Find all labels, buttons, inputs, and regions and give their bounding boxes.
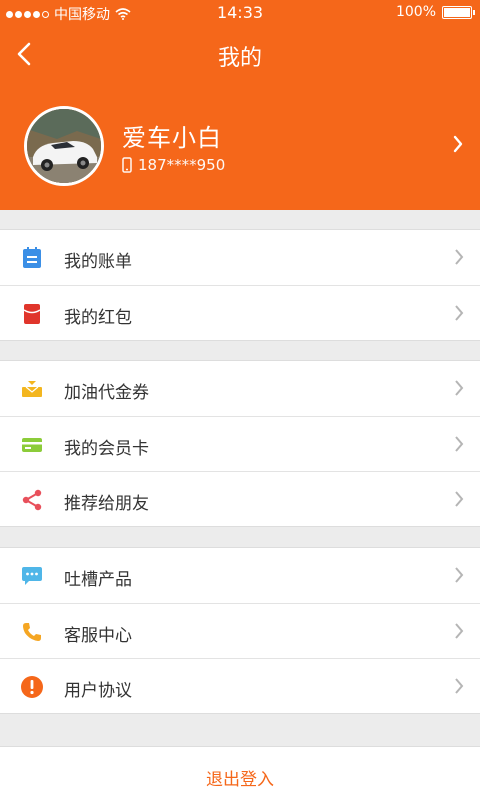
menu-item-fuel-coupon[interactable]: 加油代金券 (0, 361, 480, 416)
profile-card[interactable]: 爱车小白 187****950 (0, 104, 480, 190)
chevron-right-icon (455, 249, 464, 265)
menu-item-member-card[interactable]: 我的会员卡 (0, 416, 480, 471)
menu-item-label: 客服中心 (64, 626, 132, 646)
menu-group-account: 我的账单 我的红包 (0, 229, 480, 341)
page-title: 我的 (217, 46, 262, 71)
red-envelope-icon (23, 304, 41, 324)
menu-item-label: 我的会员卡 (64, 439, 149, 459)
logout-button[interactable]: 退出登入 (0, 746, 480, 800)
menu-item-label: 推荐给朋友 (64, 494, 149, 514)
username: 爱车小白 (122, 124, 222, 152)
bill-icon (23, 247, 41, 268)
chevron-right-icon (455, 491, 464, 507)
menu-item-user-agreement[interactable]: 用户协议 (0, 658, 480, 713)
menu-item-label: 加油代金券 (64, 383, 149, 403)
logout-label: 退出登入 (206, 770, 274, 790)
chevron-right-icon (455, 305, 464, 321)
coupon-icon (22, 381, 42, 397)
battery-percent: 100% (395, 4, 436, 20)
menu-item-feedback[interactable]: 吐槽产品 (0, 548, 480, 603)
phone-icon (23, 623, 41, 641)
menu-item-label: 用户协议 (64, 681, 132, 701)
menu-item-customer-service[interactable]: 客服中心 (0, 603, 480, 658)
profile-header: 中国移动 14:33 100% 我的 爱车小白 187****950 (0, 0, 480, 210)
nav-bar: 我的 (0, 30, 480, 78)
share-icon (22, 489, 42, 511)
chevron-right-icon (455, 436, 464, 452)
phone-row: 187****950 (122, 156, 225, 174)
avatar[interactable] (24, 106, 104, 186)
status-bar: 中国移动 14:33 100% (0, 0, 480, 26)
chevron-right-icon (455, 678, 464, 694)
member-card-icon (22, 438, 42, 452)
menu-group-benefits: 加油代金券 我的会员卡 推荐给朋友 (0, 360, 480, 527)
menu-item-label: 我的账单 (64, 252, 132, 272)
chevron-right-icon (455, 380, 464, 396)
battery-icon (442, 5, 475, 19)
chevron-right-icon (455, 623, 464, 639)
menu-item-bill[interactable]: 我的账单 (0, 230, 480, 285)
menu-item-share[interactable]: 推荐给朋友 (0, 471, 480, 526)
chat-icon (22, 567, 42, 585)
menu-group-support: 吐槽产品 客服中心 用户协议 (0, 547, 480, 714)
mobile-phone-icon (122, 157, 132, 173)
menu-item-red-envelope[interactable]: 我的红包 (0, 285, 480, 340)
chevron-right-icon (455, 567, 464, 583)
menu-item-label: 吐槽产品 (64, 570, 132, 590)
phone-number: 187****950 (138, 156, 226, 174)
exclamation-icon (21, 676, 43, 698)
menu-item-label: 我的红包 (64, 308, 132, 328)
chevron-right-icon (453, 135, 463, 153)
